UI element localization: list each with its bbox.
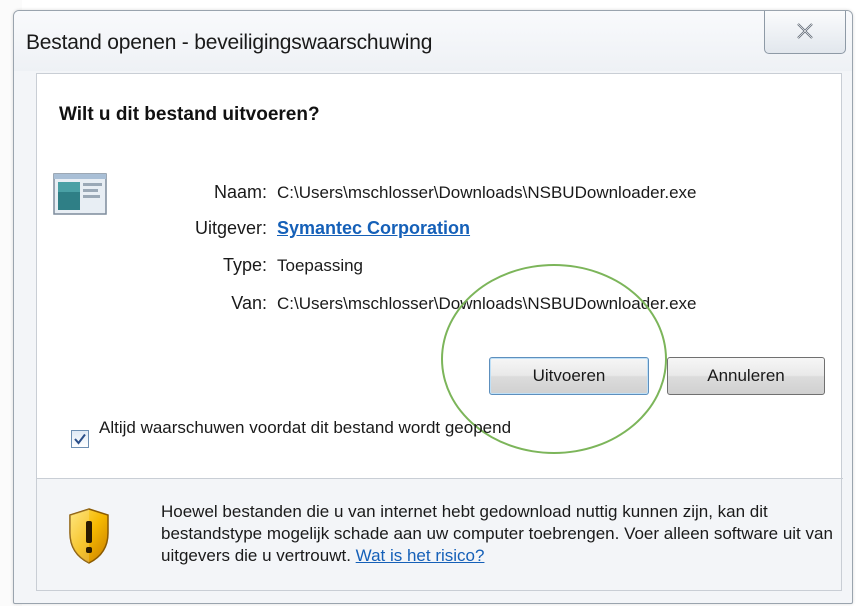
checkmark-icon	[74, 433, 86, 445]
title-bar[interactable]: Bestand openen - beveiligingswaarschuwin…	[14, 11, 852, 71]
cancel-button[interactable]: Annuleren	[667, 357, 825, 395]
from-value: C:\Users\mschlosser\Downloads\NSBUDownlo…	[277, 294, 697, 313]
warning-shield-icon	[69, 508, 109, 564]
risk-link[interactable]: Wat is het risico?	[356, 546, 485, 565]
type-label: Type:	[222, 255, 267, 275]
close-button[interactable]	[764, 11, 846, 54]
always-warn-checkbox[interactable]	[71, 430, 89, 448]
page: Bestand openen - beveiligingswaarschuwin…	[0, 0, 856, 606]
type-value: Toepassing	[277, 256, 364, 275]
warning-text: Hoewel bestanden die u van internet hebt…	[161, 501, 841, 567]
warning-message: Hoewel bestanden die u van internet hebt…	[161, 502, 833, 565]
window-title: Bestand openen - beveiligingswaarschuwin…	[26, 31, 433, 54]
name-value: C:\Users\mschlosser\Downloads\NSBUDownlo…	[277, 183, 697, 202]
dialog-question: Wilt u dit bestand uitvoeren?	[59, 104, 320, 125]
publisher-label: Uitgever:	[194, 218, 267, 238]
always-warn-label[interactable]: Altijd waarschuwen voordat dit bestand w…	[99, 416, 539, 440]
dialog-content: Wilt u dit bestand uitvoeren? Naam: C:\U…	[36, 73, 843, 591]
run-button[interactable]: Uitvoeren	[489, 357, 649, 395]
name-label: Naam:	[213, 182, 267, 202]
warning-area: Hoewel bestanden die u van internet hebt…	[37, 479, 841, 590]
close-icon	[797, 23, 813, 39]
security-warning-dialog: Bestand openen - beveiligingswaarschuwin…	[13, 10, 853, 604]
from-label: Van:	[231, 293, 267, 313]
publisher-link[interactable]: Symantec Corporation	[277, 218, 470, 239]
